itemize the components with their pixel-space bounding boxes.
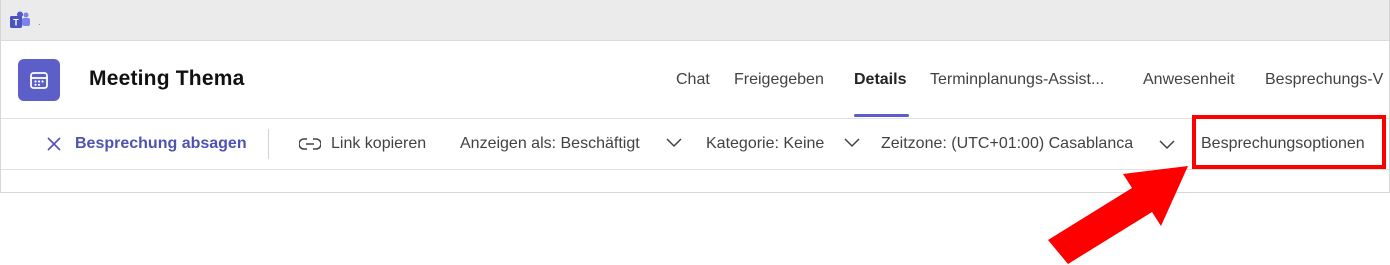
tab-freigegeben[interactable]: Freigegeben [734, 71, 824, 89]
tab-terminplanungs-assistent[interactable]: Terminplanungs-Assist... [930, 71, 1104, 89]
meeting-header: Meeting Thema Chat Freigegeben Details T… [1, 41, 1389, 119]
active-tab-indicator [854, 114, 909, 117]
toolbar-divider [268, 129, 269, 159]
svg-text:T: T [13, 18, 19, 28]
red-arrow-annotation [1048, 166, 1188, 264]
meeting-tabs: Chat Freigegeben Details Terminplanungs-… [1, 41, 1389, 118]
title-bar-marker: . [38, 17, 41, 28]
tab-besprechungs-v[interactable]: Besprechungs-V [1265, 71, 1383, 89]
tab-chat[interactable]: Chat [676, 71, 710, 89]
tab-details[interactable]: Details [854, 71, 906, 89]
chevron-down-icon[interactable] [1159, 140, 1175, 150]
category-dropdown[interactable]: Kategorie: Keine [706, 135, 824, 153]
teams-logo-icon: T [10, 11, 30, 28]
tab-anwesenheit[interactable]: Anwesenheit [1143, 71, 1235, 89]
highlight-box [1192, 115, 1386, 169]
copy-link-button[interactable]: Link kopieren [331, 135, 426, 153]
timezone-dropdown[interactable]: Zeitzone: (UTC+01:00) Casablanca [881, 135, 1133, 153]
close-icon[interactable] [46, 136, 62, 152]
title-bar: T . [1, 0, 1389, 41]
link-icon[interactable] [299, 138, 321, 150]
chevron-down-icon[interactable] [844, 138, 860, 148]
show-as-dropdown[interactable]: Anzeigen als: Beschäftigt [460, 135, 640, 153]
cancel-meeting-button[interactable]: Besprechung absagen [75, 135, 247, 153]
chevron-down-icon[interactable] [666, 138, 682, 148]
